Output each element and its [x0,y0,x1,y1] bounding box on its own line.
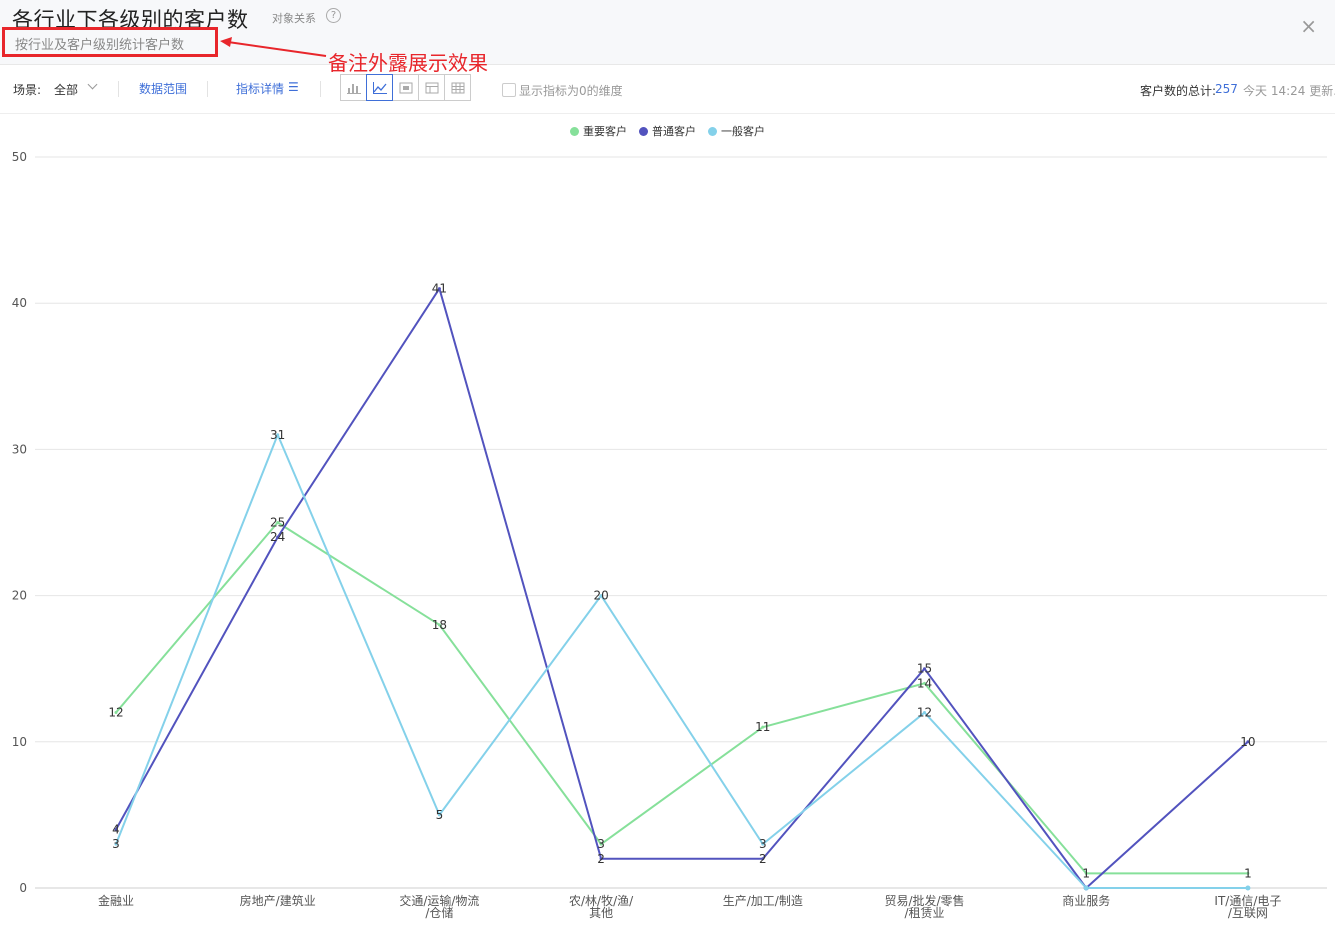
y-tick-label: 30 [12,442,27,456]
data-label: 2 [597,852,605,866]
data-label: 4 [112,823,120,837]
x-tick-label: /互联网 [1228,906,1268,920]
x-tick-label: /租赁业 [904,906,944,920]
data-label: 15 [917,662,932,676]
data-label: 5 [436,808,444,822]
data-label: 25 [270,516,285,530]
data-label: 11 [755,720,770,734]
series-line-2 [115,433,1248,889]
y-tick-label: 20 [12,589,27,603]
x-tick-label: 其他 [589,906,613,920]
data-point [1083,885,1089,891]
data-label: 31 [270,428,285,442]
x-tick-label: 金融业 [98,893,134,908]
line-chart: 01020304050金融业 房地产/建筑业 交通/运输/物流/仓储农/林/牧/渔/… [12,150,1327,920]
x-tick-label: 商业服务 [1062,893,1110,908]
line-chart-button[interactable] [366,74,393,101]
y-tick-label: 10 [12,735,27,749]
data-label: 18 [432,618,447,632]
data-point [1245,885,1251,891]
x-tick-label: /仓储 [425,905,453,920]
data-label: 1 [1244,866,1252,880]
y-tick-label: 0 [19,881,27,895]
x-tick-label: 房地产/建筑业 [240,893,316,908]
x-tick-label: 生产/加工/制造 [723,894,803,908]
data-label: 2 [759,852,767,866]
data-label: 41 [432,282,447,296]
data-label: 12 [917,706,932,720]
y-tick-label: 40 [12,296,27,310]
data-label: 14 [917,676,932,690]
data-label: 10 [1240,735,1255,749]
series-line-1 [115,287,1249,889]
data-label: 3 [759,837,767,851]
data-label: 3 [112,837,120,851]
data-label: 3 [597,837,605,851]
data-label: 24 [270,530,285,544]
data-label: 1 [1082,866,1090,880]
line-chart-icon [372,81,387,94]
series-line-0 [115,521,1248,875]
data-label: 20 [593,589,608,603]
y-tick-label: 50 [12,150,27,164]
data-label: 12 [108,706,123,720]
